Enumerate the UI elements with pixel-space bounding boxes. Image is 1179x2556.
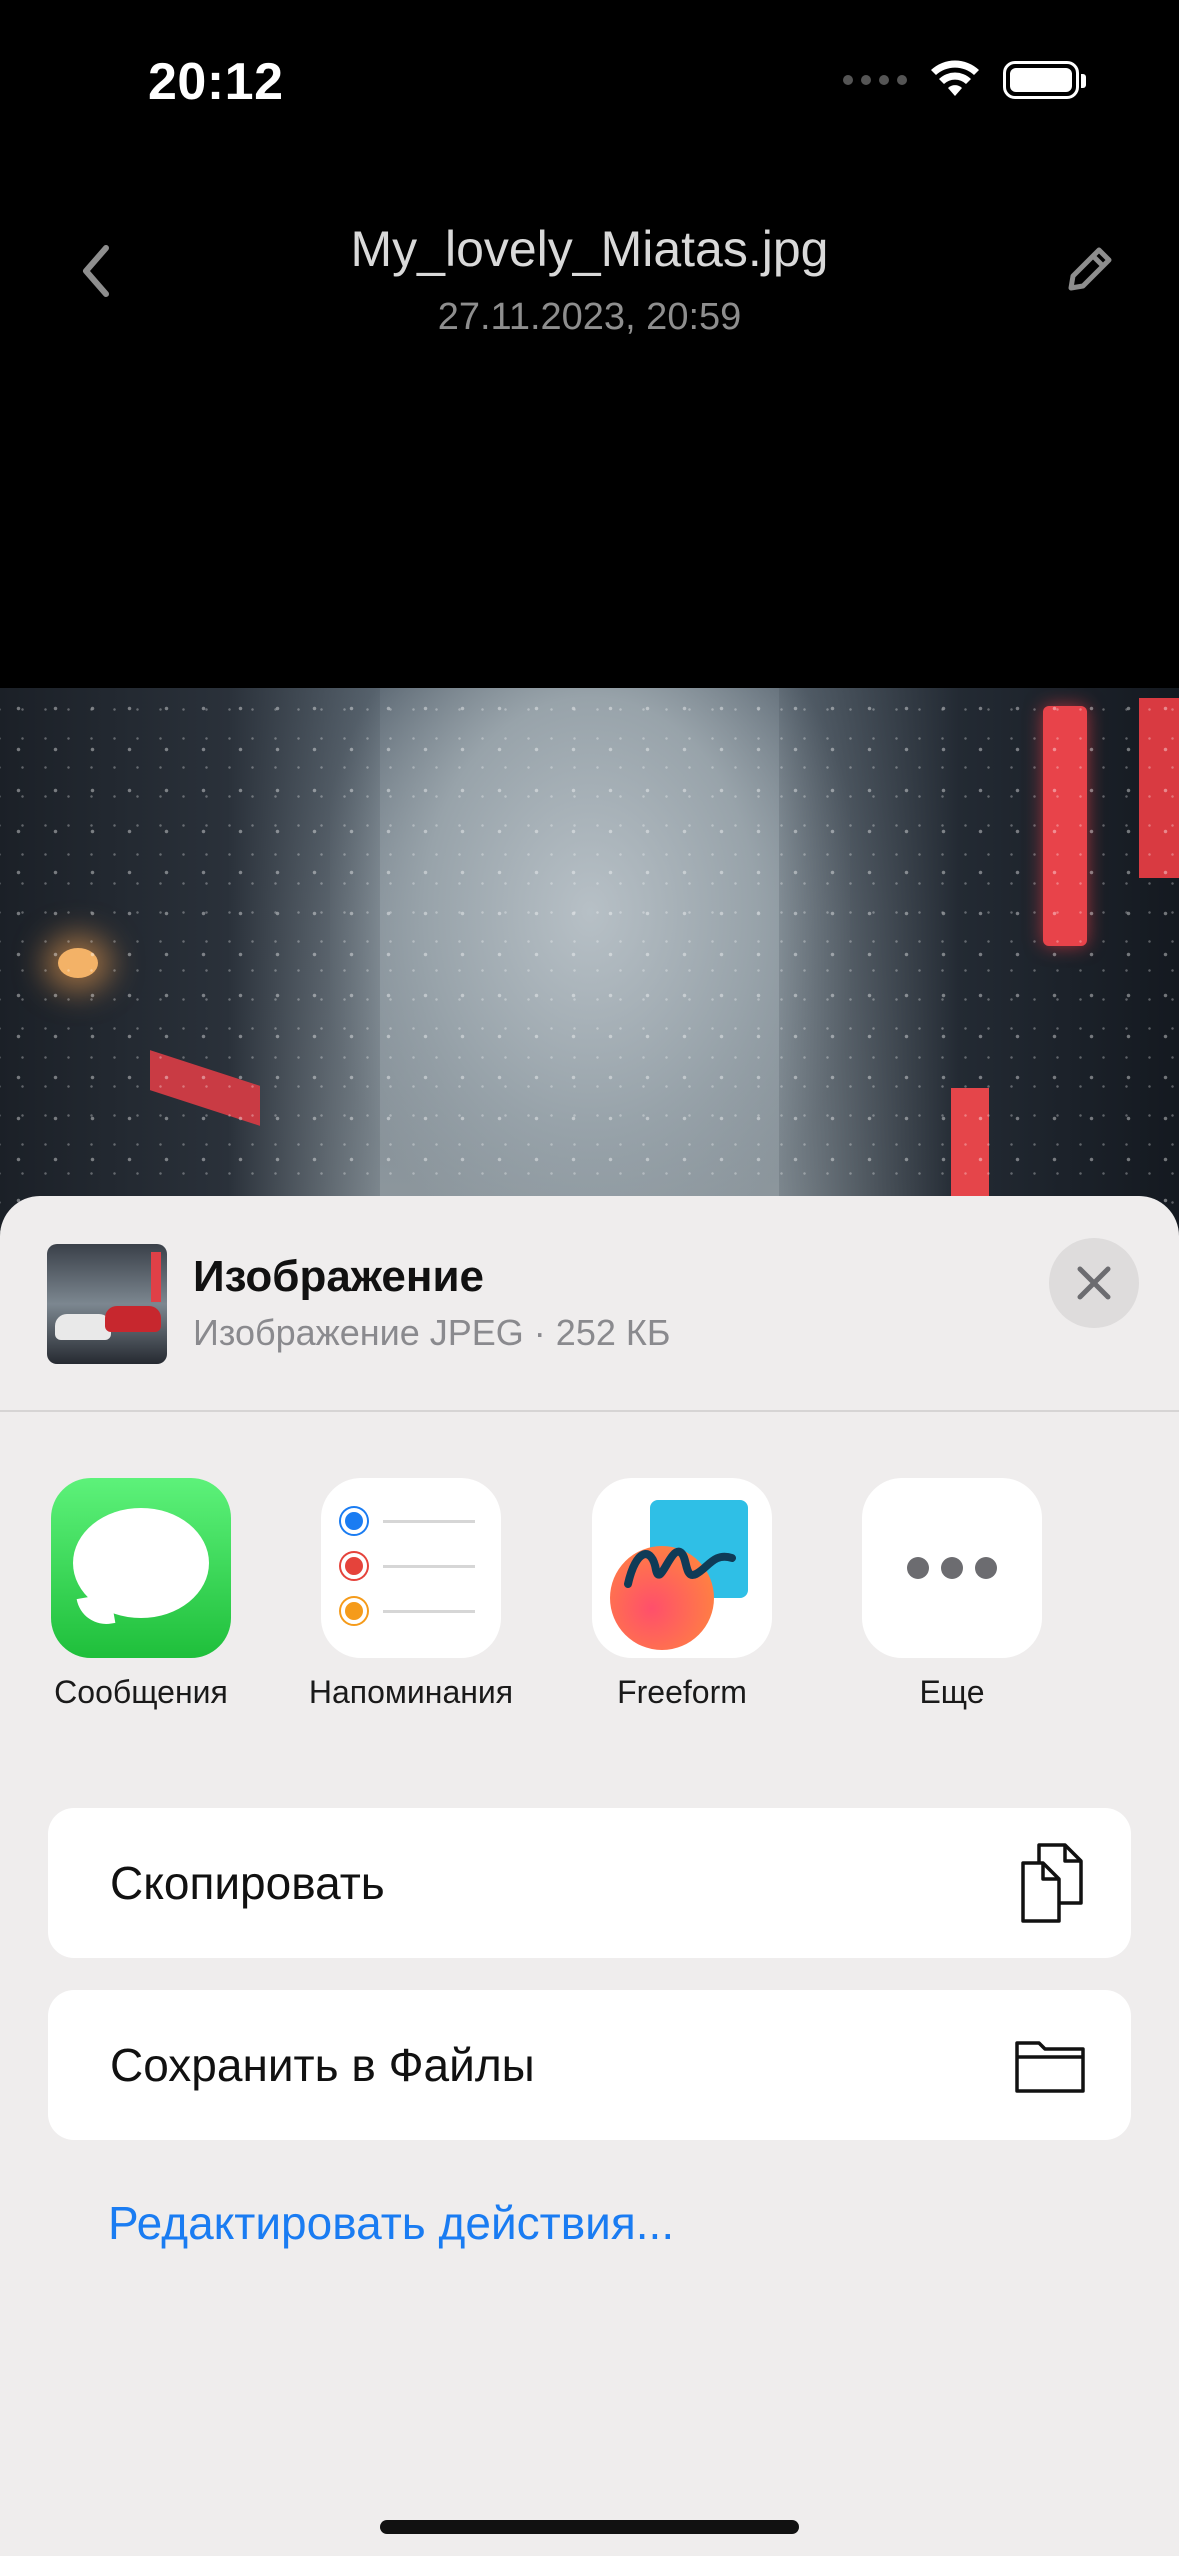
share-sheet-header: Изображение Изображение JPEG · 252 КБ [0,1196,1179,1412]
cellular-signal-icon [843,75,907,85]
pencil-icon [1068,247,1112,291]
image-thumbnail [47,1244,167,1364]
image-preview [0,688,1179,1248]
copy-action[interactable]: Скопировать [48,1808,1131,1958]
screen: 20:12 My_lovely_Miatas.jpg 27.11.2023, 2… [0,0,1179,2556]
wifi-icon [931,60,979,96]
freeform-icon [592,1478,772,1658]
edit-actions-link[interactable]: Редактировать действия... [108,2196,674,2250]
reminders-icon [321,1478,501,1658]
share-apps-row: Сообщения Напоминания Freeform Еще [0,1478,1179,1738]
share-title: Изображение [193,1252,484,1301]
close-icon [1077,1266,1111,1300]
home-indicator[interactable] [380,2520,799,2534]
more-icon [862,1478,1042,1658]
share-subtitle: Изображение JPEG · 252 КБ [193,1312,671,1353]
folder-icon [1015,2041,1085,2093]
status-icons [843,60,1086,100]
status-time: 20:12 [148,53,284,111]
action-label: Сохранить в Файлы [110,2039,535,2091]
copy-icon [1021,1843,1083,1923]
action-label: Скопировать [110,1857,385,1909]
share-app-reminders[interactable]: Напоминания [291,1478,531,1711]
file-name: My_lovely_Miatas.jpg [350,221,829,277]
share-app-more[interactable]: Еще [832,1478,1072,1711]
messages-icon [51,1478,231,1658]
share-sheet: Изображение Изображение JPEG · 252 КБ Со… [0,1196,1179,2556]
close-button[interactable] [1049,1238,1139,1328]
save-to-files-action[interactable]: Сохранить в Файлы [48,1990,1131,2140]
app-label: Сообщения [54,1674,228,1710]
share-app-messages[interactable]: Сообщения [21,1478,261,1711]
app-label: Еще [919,1674,985,1710]
battery-icon [1003,61,1086,99]
app-label: Freeform [617,1674,747,1710]
rename-button[interactable] [1059,240,1119,300]
app-label: Напоминания [308,1674,514,1710]
share-app-freeform[interactable]: Freeform [562,1478,802,1711]
file-date: 27.11.2023, 20:59 [437,296,742,338]
